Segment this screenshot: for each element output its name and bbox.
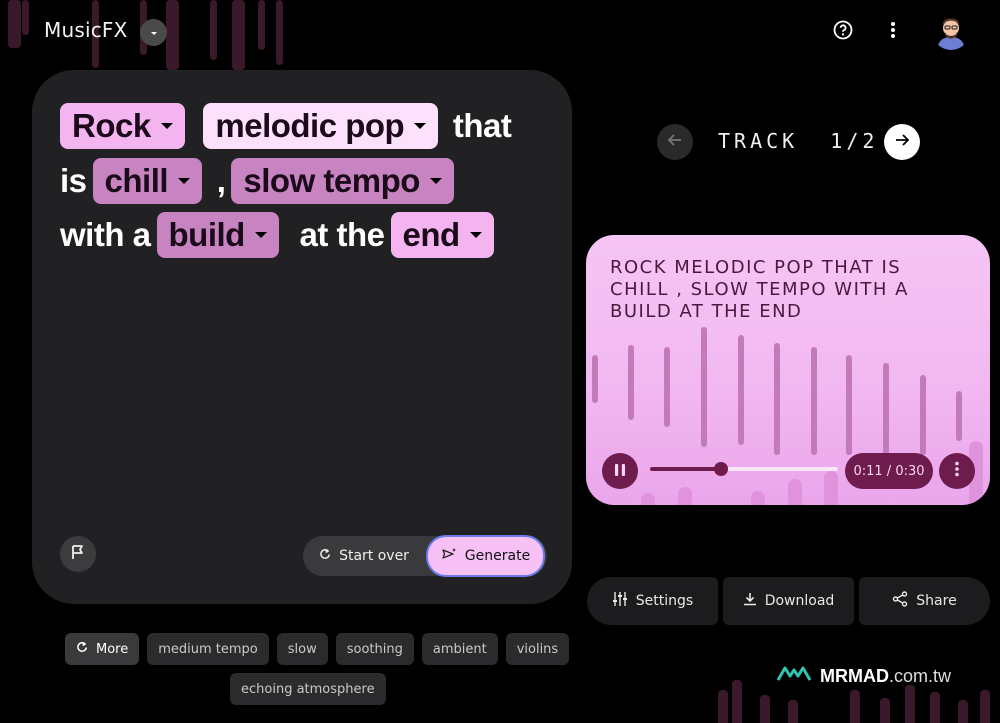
- download-icon: [743, 592, 757, 610]
- prompt-word: with a: [60, 215, 151, 253]
- dropdown-caret-icon: [469, 231, 482, 238]
- pause-icon: [614, 462, 626, 481]
- help-icon: [833, 20, 853, 44]
- tune-icon: [612, 591, 628, 611]
- prompt-separator: ,: [216, 161, 226, 199]
- track-counter: TRACK 1/2: [718, 129, 879, 153]
- refresh-icon: [76, 641, 88, 657]
- prompt-sentence: Rock melodic pop that is chill , slow temp…: [60, 98, 560, 261]
- more-options-button[interactable]: [879, 18, 907, 46]
- share-button[interactable]: Share: [859, 577, 990, 625]
- suggestion-chip[interactable]: slow: [276, 633, 328, 665]
- dropdown-caret-icon: [414, 123, 427, 130]
- position-chip[interactable]: end: [390, 211, 494, 258]
- pause-button[interactable]: [602, 453, 638, 489]
- suggestion-chip[interactable]: echoing atmosphere: [230, 673, 386, 705]
- more-vert-icon: [954, 461, 960, 481]
- settings-button[interactable]: Settings: [587, 577, 718, 625]
- send-sparkle-icon: [441, 547, 457, 565]
- structure-chip[interactable]: build: [156, 211, 279, 258]
- track-card: ROCK MELODIC POP THAT IS CHILL , SLOW TE…: [586, 235, 990, 505]
- dropdown-caret-icon: [429, 177, 442, 184]
- prompt-word: at the: [299, 215, 386, 253]
- more-vert-icon: [890, 21, 896, 43]
- suggestion-chip[interactable]: soothing: [335, 633, 414, 665]
- style-chip[interactable]: melodic pop: [203, 103, 439, 150]
- logo-icon: [776, 664, 812, 689]
- app-switcher-button[interactable]: [140, 19, 167, 46]
- suggestion-chip[interactable]: medium tempo: [147, 633, 269, 665]
- dropdown-caret-icon: [178, 177, 191, 184]
- dropdown-caret-icon: [160, 123, 173, 130]
- watermark-logo: MRMAD.com.tw: [776, 664, 951, 689]
- prompt-word: that: [452, 107, 512, 145]
- app-title: MusicFX: [44, 18, 128, 42]
- previous-track-button[interactable]: [657, 124, 693, 160]
- refresh-icon: [319, 548, 331, 564]
- share-icon: [892, 591, 908, 611]
- prompt-actions: Start over Generate: [303, 535, 547, 577]
- playback-handle[interactable]: [714, 462, 729, 476]
- suggestions-row: More medium tempo slow soothing ambient …: [65, 633, 570, 665]
- arrow-left-icon: [667, 132, 683, 152]
- arrow-right-icon: [894, 132, 910, 152]
- playback-time: 0:11 / 0:30: [845, 453, 933, 489]
- track-more-button[interactable]: [939, 453, 975, 489]
- tempo-chip[interactable]: slow tempo: [231, 157, 454, 204]
- more-suggestions-button[interactable]: More: [65, 633, 140, 665]
- avatar[interactable]: [932, 12, 970, 50]
- prompt-word: is: [60, 161, 87, 199]
- download-button[interactable]: Download: [723, 577, 854, 625]
- next-track-button[interactable]: [884, 124, 920, 160]
- playback-slider[interactable]: [650, 462, 838, 476]
- flag-icon: [70, 544, 86, 564]
- suggestions-row: echoing atmosphere: [230, 673, 386, 705]
- dropdown-caret-icon: [254, 231, 267, 238]
- prompt-panel: Rock melodic pop that is chill , slow temp…: [32, 70, 572, 604]
- help-button[interactable]: [829, 18, 857, 46]
- suggestion-chip[interactable]: violins: [505, 633, 570, 665]
- report-button[interactable]: [60, 536, 96, 572]
- mood-chip[interactable]: chill: [92, 157, 203, 204]
- start-over-button[interactable]: Start over: [303, 536, 425, 576]
- genre-chip[interactable]: Rock: [60, 103, 185, 150]
- chevron-down-icon: [149, 23, 159, 42]
- generate-button[interactable]: Generate: [426, 535, 545, 577]
- track-description: ROCK MELODIC POP THAT IS CHILL , SLOW TE…: [610, 257, 909, 322]
- playback-progress: [650, 467, 722, 471]
- suggestion-chip[interactable]: ambient: [421, 633, 498, 665]
